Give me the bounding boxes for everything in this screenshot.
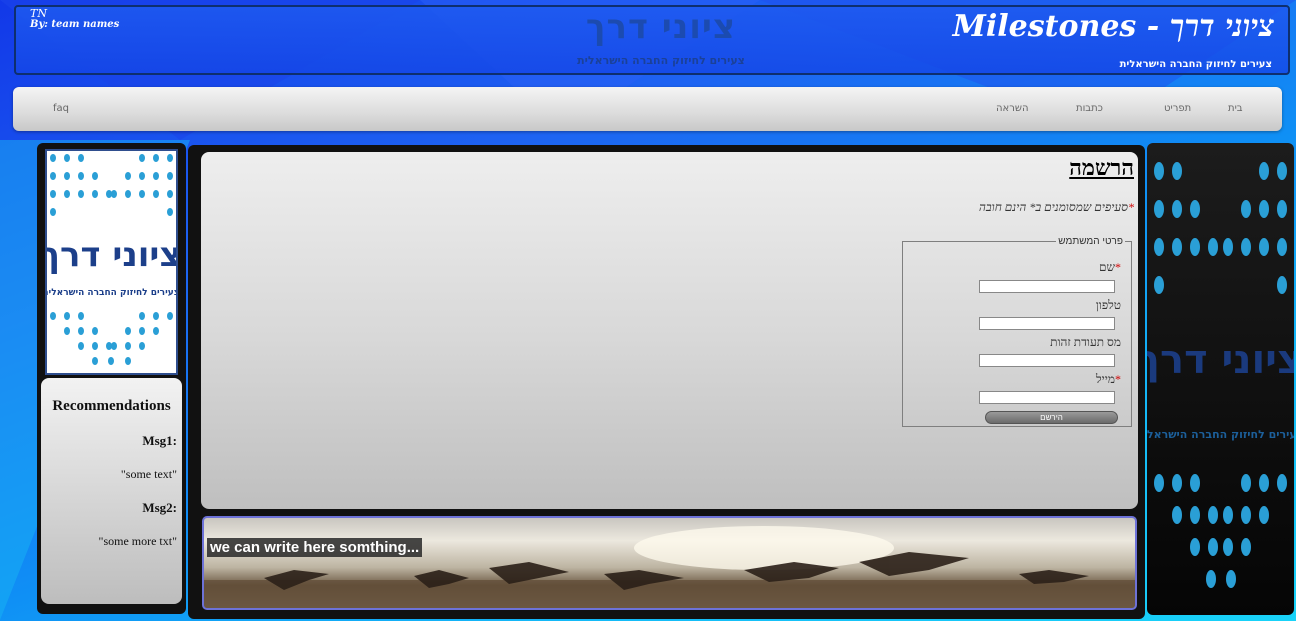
nav-item-articles[interactable]: כתבות [1076,103,1103,114]
required-star: * [1115,260,1121,274]
name-label-text: שם [1099,260,1115,274]
main-nav: בית תפריט כתבות השראה faq [13,87,1282,131]
name-field[interactable] [979,280,1115,293]
left-sidebar: ציוני דרך צעירים לחיזוק החברה הישראלית R… [37,143,186,614]
email-label-text: מייל [1095,372,1115,386]
email-field[interactable] [979,391,1115,404]
logo-dots-graphic: ציוני דרך צעירים לחיזוק החברה הישראלית [40,154,182,365]
required-note: *סעיפים שמסומנים ב* הינם חובה [979,200,1134,215]
msg-label: Msg1: [142,433,177,448]
nav-item-home[interactable]: בית [1228,103,1243,114]
header-logo-subtext: צעירים לחיזוק החברה הישראלית [577,54,745,67]
header-logo-text: ציוני דרך [585,7,737,47]
site-subtitle: צעירים לחיזוק החברה הישראלית [1119,59,1272,70]
required-star: * [1115,372,1121,386]
email-label: *מייל [1096,372,1121,387]
site-header: TN By: team names ציוני דרך צעירים לחיזו… [14,5,1290,75]
banner-jumpers-graphic [204,526,1135,608]
header-tn: TN [30,7,47,20]
msg-text: "some text" [120,467,177,481]
banner-caption: we can write here somthing... [207,538,423,557]
phone-label: טלפון [1096,298,1121,313]
right-logo-subtext: צעירים לחיזוק החברה הישראלית [1147,428,1294,441]
right-logo-graphic: ציוני דרך צעירים לחיזוק החברה הישראלית [1136,162,1296,588]
id-number-label-text: מס תעודת זהות [1050,335,1121,349]
registration-panel: הרשמה *סעיפים שמסומנים ב* הינם חובה פרטי… [201,152,1138,509]
id-number-label: מס תעודת זהות [1050,335,1121,350]
header-by-line: By: team names [30,19,120,30]
recommendations-panel: Recommendations Msg1: "some text" Msg2: … [41,378,182,604]
page-title: הרשמה [1069,155,1134,181]
nav-item-menu[interactable]: תפריט [1164,103,1191,114]
msg-label: Msg2: [142,500,177,515]
main-content: הרשמה *סעיפים שמסומנים ב* הינם חובה פרטי… [188,145,1145,619]
phone-field[interactable] [979,317,1115,330]
fieldset-legend: פרטי המשתמש [1058,236,1123,247]
banner-image: we can write here somthing... [202,516,1137,610]
msg-text: "some more txt" [98,534,177,548]
required-note-text: סעיפים שמסומנים ב* הינם חובה [978,200,1128,214]
id-number-field[interactable] [979,354,1115,367]
required-star: * [1128,200,1134,214]
nav-item-inspiration[interactable]: השראה [996,103,1028,114]
right-logo-text: ציוני דרך [1147,337,1294,383]
site-title: ציוני דרך - Milestones [952,9,1274,44]
left-logo: ציוני דרך צעירים לחיזוק החברה הישראלית [40,149,182,375]
right-sidebar: ציוני דרך צעירים לחיזוק החברה הישראלית [1136,143,1296,615]
name-label: *שם [1099,260,1121,275]
phone-label-text: טלפון [1095,298,1121,312]
recommendations-title: Recommendations [52,398,171,414]
user-details-fieldset: פרטי המשתמש *שם טלפון מס תעודת זהות *מיי… [902,236,1132,427]
left-logo-subtext: צעירים לחיזוק החברה הישראלית [47,288,176,298]
left-logo-text: ציוני דרך [47,235,176,275]
register-button[interactable]: הירשם [985,411,1118,424]
nav-item-faq[interactable]: faq [53,103,69,114]
